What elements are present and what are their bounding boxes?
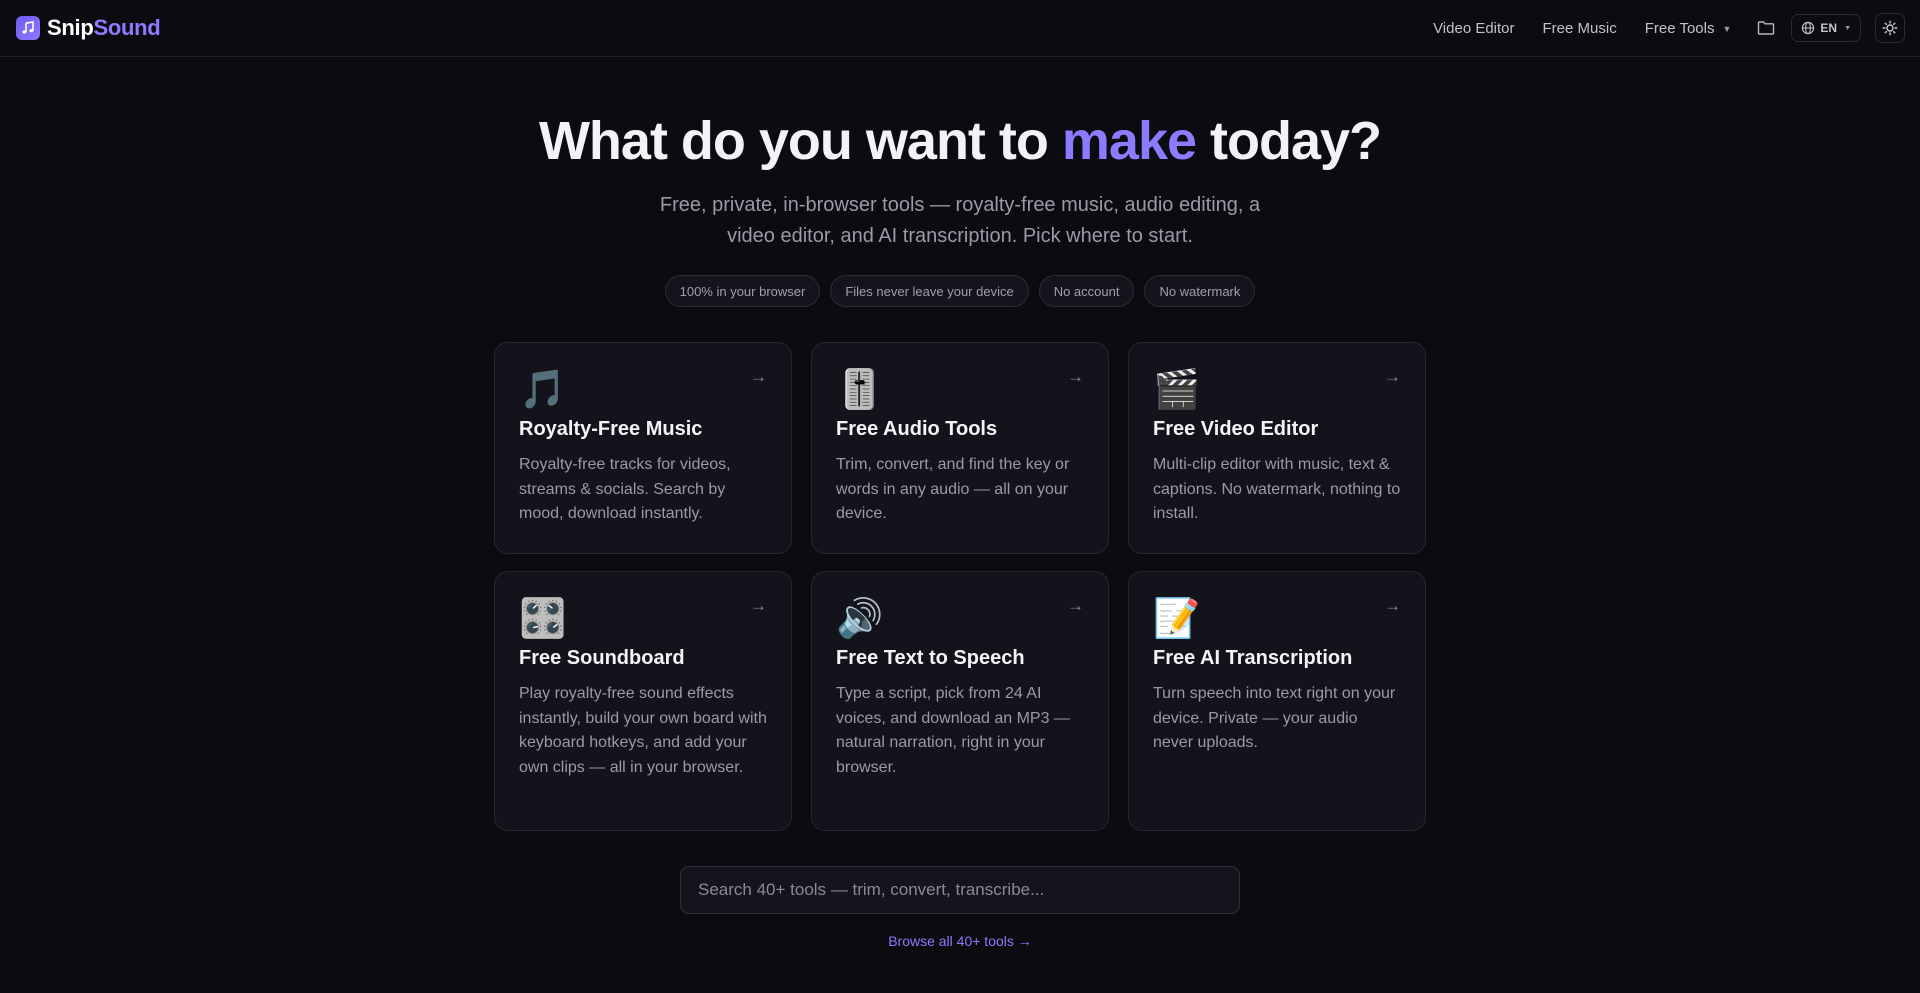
card-free-audio-tools[interactable]: 🎚️ → Free Audio Tools Trim, convert, and…	[811, 342, 1109, 554]
page-title: What do you want to make today?	[0, 110, 1920, 172]
globe-icon	[1802, 21, 1815, 35]
arrow-right-icon: →	[1384, 367, 1401, 386]
card-title: Free Soundboard	[519, 647, 685, 669]
card-title: Royalty-Free Music	[519, 418, 703, 440]
card-description: Multi-clip editor with music, text & cap…	[1153, 456, 1401, 522]
title-post: today?	[1196, 111, 1382, 171]
music-note-icon	[16, 16, 40, 40]
brand-logo[interactable]: SnipSound	[16, 15, 161, 41]
arrow-right-icon: →	[1067, 367, 1084, 386]
browse-all-section: Browse all 40+ tools →	[0, 933, 1920, 949]
folder-icon[interactable]	[1755, 17, 1777, 39]
theme-toggle[interactable]	[1875, 13, 1905, 43]
main-nav: Video Editor Free Music Free Tools ▼ EN ▼	[1433, 13, 1905, 43]
tool-cards: 🎵 → Royalty-Free Music Royalty-free trac…	[494, 342, 1426, 831]
card-title: Free Audio Tools	[836, 418, 998, 440]
speaker-icon: 🔊	[836, 596, 884, 640]
brand-name: SnipSound	[47, 15, 161, 41]
music-note-icon: 🎵	[519, 367, 567, 411]
hero: What do you want to make today? Free, pr…	[0, 110, 1920, 307]
title-pre: What do you want to	[538, 111, 1062, 171]
arrow-right-icon: →	[750, 596, 767, 615]
search-input[interactable]	[698, 880, 1222, 900]
card-free-video-editor[interactable]: 🎬 → Free Video Editor Multi-clip editor …	[1128, 342, 1426, 554]
nav-free-tools[interactable]: Free Tools ▼	[1645, 20, 1732, 37]
arrow-right-icon: →	[1384, 596, 1401, 615]
language-label: EN	[1820, 21, 1838, 35]
pill-files-local: Files never leave your device	[830, 275, 1029, 307]
clapper-board-icon: 🎬	[1153, 367, 1201, 411]
card-description: Trim, convert, and find the key or words…	[836, 456, 1070, 522]
level-slider-icon: 🎚️	[836, 367, 884, 411]
card-description: Type a script, pick from 24 AI voices, a…	[836, 685, 1070, 776]
top-bar: SnipSound Video Editor Free Music Free T…	[0, 0, 1920, 57]
card-description: Play royalty-free sound effects instantl…	[519, 685, 767, 776]
nav-video-editor[interactable]: Video Editor	[1433, 20, 1514, 37]
card-free-soundboard[interactable]: 🎛️ → Free Soundboard Play royalty-free s…	[494, 571, 792, 831]
language-selector[interactable]: EN ▼	[1791, 14, 1861, 42]
feature-pills: 100% in your browser Files never leave y…	[0, 275, 1920, 307]
card-description: Turn speech into text right on your devi…	[1153, 685, 1396, 751]
tool-search	[680, 866, 1240, 914]
arrow-right-icon: →	[750, 367, 767, 386]
chevron-down-icon: ▼	[1844, 24, 1851, 32]
card-title: Free Video Editor	[1153, 418, 1319, 440]
pill-in-browser: 100% in your browser	[664, 275, 821, 307]
nav-free-music[interactable]: Free Music	[1543, 20, 1617, 37]
sun-icon	[1882, 20, 1898, 36]
brand-name-part1: Snip	[47, 15, 94, 40]
browse-all-tools-link[interactable]: Browse all 40+ tools →	[888, 933, 1032, 949]
card-royalty-free-music[interactable]: 🎵 → Royalty-Free Music Royalty-free trac…	[494, 342, 792, 554]
pill-no-account: No account	[1038, 275, 1135, 307]
card-title: Free Text to Speech	[836, 647, 1025, 669]
card-free-ai-transcription[interactable]: 📝 → Free AI Transcription Turn speech in…	[1128, 571, 1426, 831]
nav-free-tools-label: Free Tools	[1644, 19, 1715, 37]
hero-subtitle: Free, private, in-browser tools — royalt…	[659, 194, 1261, 247]
card-description: Royalty-free tracks for videos, streams …	[519, 456, 731, 522]
title-accent: make	[1061, 111, 1197, 171]
brand-name-part2: Sound	[93, 15, 161, 40]
card-title: Free AI Transcription	[1153, 647, 1353, 669]
control-knobs-icon: 🎛️	[519, 596, 567, 640]
memo-icon: 📝	[1153, 596, 1201, 640]
card-free-text-to-speech[interactable]: 🔊 → Free Text to Speech Type a script, p…	[811, 571, 1109, 831]
pill-no-watermark: No watermark	[1144, 275, 1256, 307]
chevron-down-icon: ▼	[1722, 23, 1732, 34]
arrow-right-icon: →	[1067, 596, 1084, 615]
